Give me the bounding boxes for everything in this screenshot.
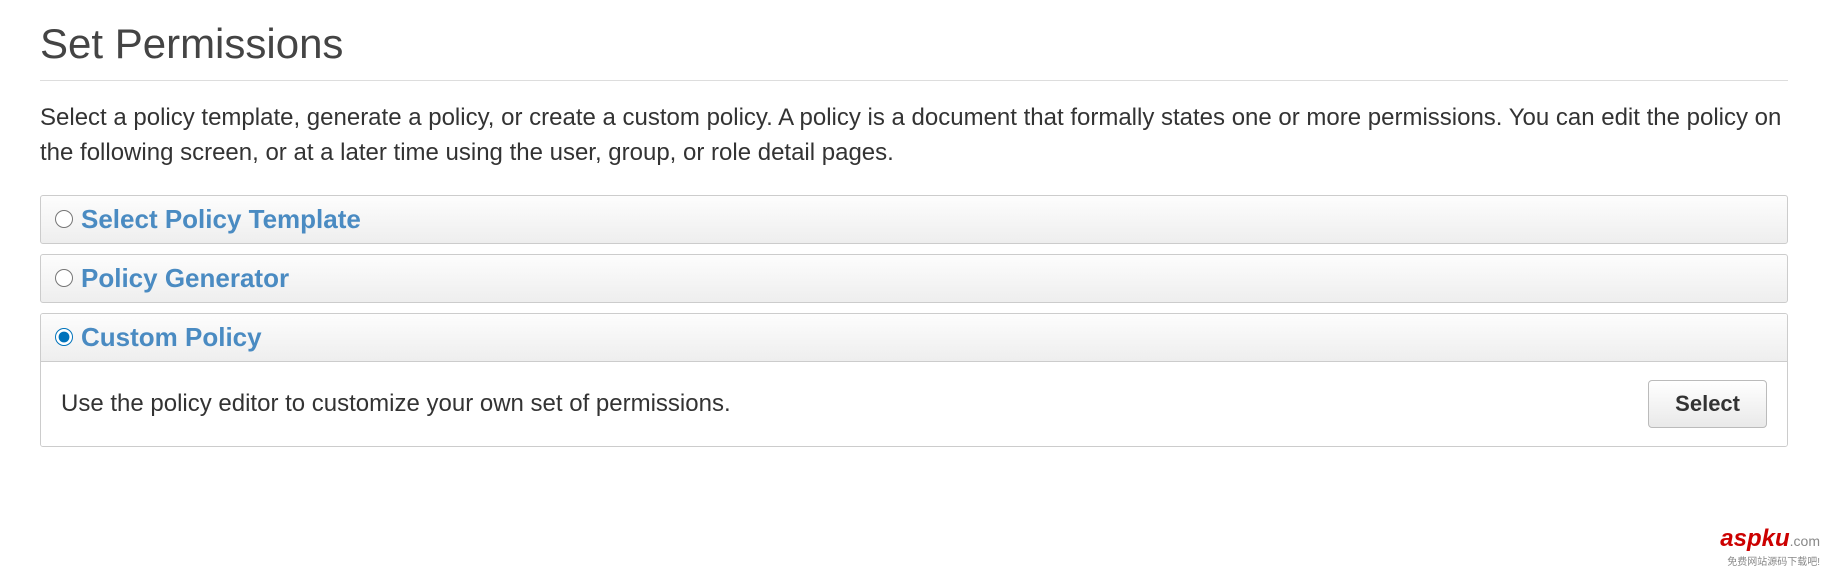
page-title: Set Permissions bbox=[40, 20, 1788, 81]
watermark-brand: aspku bbox=[1720, 525, 1789, 552]
custom-policy-description: Use the policy editor to customize your … bbox=[61, 390, 731, 418]
watermark-suffix: .com bbox=[1790, 533, 1820, 549]
option-label-generator: Policy Generator bbox=[81, 263, 289, 294]
radio-policy-generator[interactable] bbox=[55, 269, 73, 287]
select-button[interactable]: Select bbox=[1648, 380, 1767, 428]
option-policy-generator[interactable]: Policy Generator bbox=[40, 254, 1788, 303]
watermark: aspku.com 免费网站源码下载吧! bbox=[1720, 525, 1820, 568]
option-select-policy-template[interactable]: Select Policy Template bbox=[40, 195, 1788, 244]
policy-options-group: Select Policy Template Policy Generator … bbox=[40, 195, 1788, 447]
custom-policy-body: Use the policy editor to customize your … bbox=[41, 362, 1787, 446]
option-custom-policy-panel: Custom Policy Use the policy editor to c… bbox=[40, 313, 1788, 447]
option-label-template: Select Policy Template bbox=[81, 204, 361, 235]
option-label-custom: Custom Policy bbox=[81, 322, 262, 353]
radio-select-policy-template[interactable] bbox=[55, 210, 73, 228]
option-custom-policy[interactable]: Custom Policy bbox=[41, 314, 1787, 362]
radio-custom-policy[interactable] bbox=[55, 328, 73, 346]
page-description: Select a policy template, generate a pol… bbox=[40, 101, 1788, 171]
watermark-tagline: 免费网站源码下载吧! bbox=[1720, 553, 1820, 568]
